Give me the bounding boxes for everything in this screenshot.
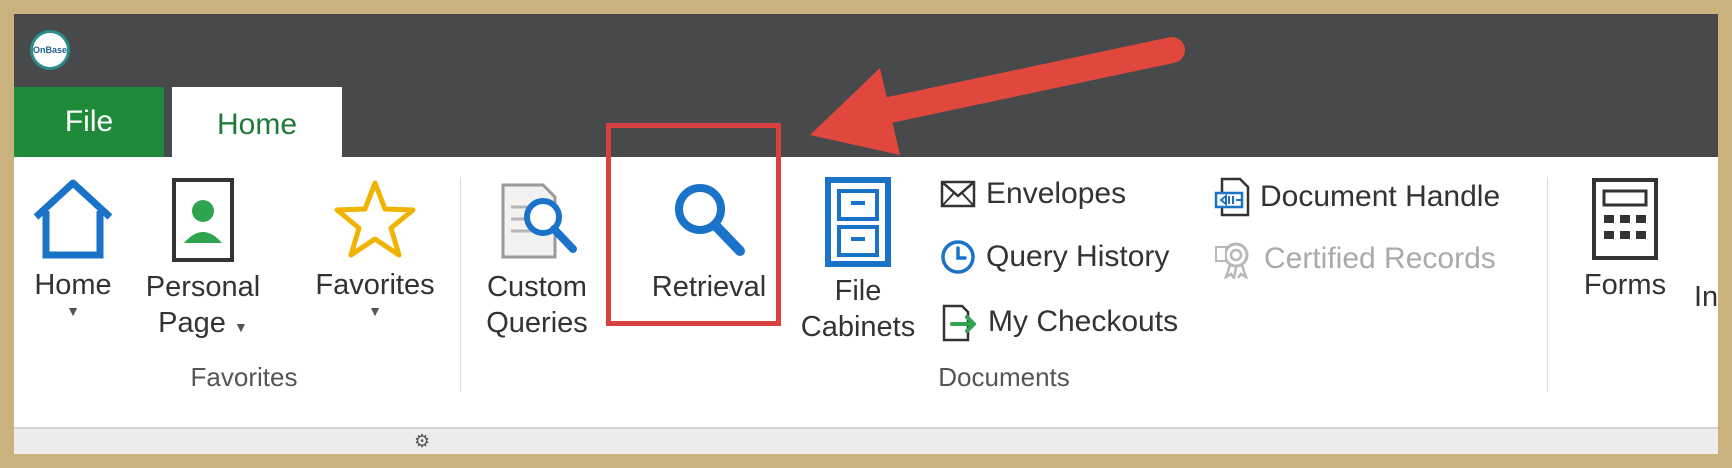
favorites-button[interactable]: Favorites ▼ — [310, 177, 440, 319]
chevron-down-icon[interactable]: ▼ — [310, 303, 440, 319]
document-search-icon — [501, 183, 577, 259]
ribbon: Home ▼ Personal Page ▼ Favorites ▼ Favor… — [14, 157, 1718, 427]
favorites-group-label: Favorites — [190, 362, 298, 392]
below-ribbon-strip: ⚙ — [14, 427, 1718, 454]
query-history-button[interactable]: Query History — [940, 239, 1169, 275]
retrieval-highlight-box — [606, 123, 781, 326]
window-frame: OnBase File Home Home ▼ Personal Page ▼ — [14, 14, 1718, 454]
favorites-label: Favorites — [315, 269, 435, 301]
title-bar: OnBase File Home — [14, 14, 1718, 163]
group-separator — [460, 177, 461, 392]
documents-group-label: Documents — [938, 362, 1070, 392]
file-cabinets-button[interactable]: File Cabinets — [794, 177, 922, 345]
my-checkouts-button[interactable]: My Checkouts — [940, 302, 1178, 342]
custom-queries-label-line2: Queries — [486, 307, 588, 339]
query-history-label: Query History — [986, 240, 1170, 273]
gear-icon[interactable]: ⚙ — [414, 431, 430, 452]
file-cabinets-label-line2: Cabinets — [800, 311, 916, 343]
document-handle-button[interactable]: Document Handle — [1214, 177, 1500, 217]
forms-label: Forms — [1583, 269, 1667, 301]
personal-page-button[interactable]: Personal Page ▼ — [140, 177, 266, 345]
certified-seal-icon — [1215, 242, 1249, 279]
document-handle-icon — [1214, 177, 1250, 217]
envelopes-label: Envelopes — [986, 177, 1127, 210]
chevron-down-icon[interactable]: ▼ — [28, 303, 118, 319]
partial-button-label: In — [1694, 281, 1718, 313]
partial-button[interactable]: In — [1694, 273, 1718, 315]
certified-records-button[interactable]: Certified Records — [1214, 239, 1496, 279]
envelopes-button[interactable]: Envelopes — [940, 177, 1126, 211]
home-label: Home — [34, 269, 112, 301]
chevron-down-icon[interactable]: ▼ — [234, 319, 248, 335]
file-cabinet-icon — [825, 177, 891, 267]
personal-page-label-line2: Page — [158, 307, 226, 339]
clock-icon — [941, 240, 975, 274]
forms-button[interactable]: Forms — [1570, 177, 1680, 303]
document-handle-label: Document Handle — [1260, 180, 1501, 213]
tab-file[interactable]: File — [14, 87, 164, 157]
my-checkouts-label: My Checkouts — [988, 305, 1179, 338]
checkout-icon — [942, 304, 976, 342]
certified-records-label: Certified Records — [1264, 242, 1496, 275]
onbase-logo-icon: OnBase — [30, 30, 70, 70]
calculator-form-icon — [1592, 178, 1658, 260]
house-icon — [33, 179, 113, 259]
custom-queries-button[interactable]: Custom Queries — [482, 177, 592, 341]
group-separator — [1547, 177, 1548, 392]
star-icon — [334, 180, 416, 258]
custom-queries-label-line1: Custom — [487, 271, 587, 303]
tab-home[interactable]: Home — [172, 87, 342, 163]
personal-page-label-line1: Personal — [145, 271, 261, 303]
file-cabinets-label-line1: File — [834, 275, 882, 307]
envelope-icon — [940, 180, 976, 208]
home-button[interactable]: Home ▼ — [28, 177, 118, 319]
person-card-icon — [172, 178, 234, 262]
